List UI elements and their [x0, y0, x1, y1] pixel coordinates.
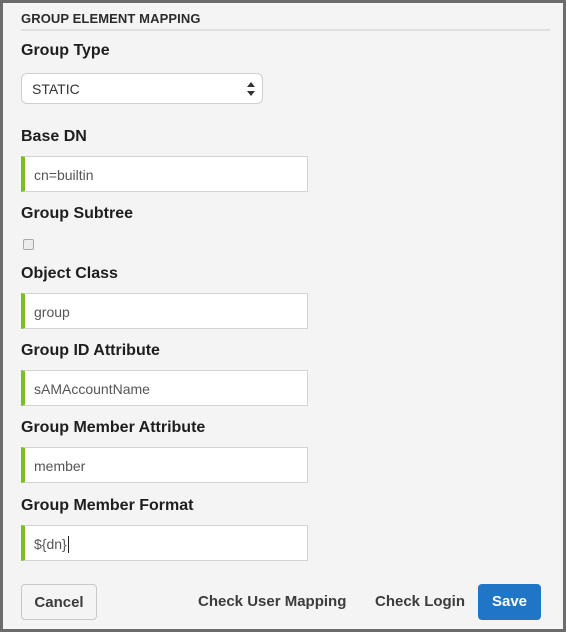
check-login-button[interactable]: Check Login: [375, 593, 465, 610]
check-user-mapping-button[interactable]: Check User Mapping: [198, 593, 346, 610]
group-id-attribute-label: Group ID Attribute: [21, 342, 160, 359]
group-member-attribute-value: member: [34, 458, 86, 474]
section-divider: [21, 29, 550, 31]
base-dn-label: Base DN: [21, 128, 87, 145]
group-member-attribute-label: Group Member Attribute: [21, 419, 206, 436]
group-element-mapping-panel: GROUP ELEMENT MAPPING Group Type STATIC …: [3, 3, 563, 629]
group-member-format-input[interactable]: ${dn}: [21, 525, 308, 561]
group-subtree-label: Group Subtree: [21, 205, 134, 222]
group-subtree-checkbox[interactable]: [23, 239, 34, 250]
object-class-input[interactable]: group: [21, 293, 308, 329]
object-class-value: group: [34, 304, 70, 320]
save-button[interactable]: Save: [478, 584, 541, 620]
base-dn-input[interactable]: cn=builtin: [21, 156, 308, 192]
group-type-select[interactable]: STATIC: [21, 73, 263, 104]
group-id-attribute-input[interactable]: sAMAccountName: [21, 370, 308, 406]
base-dn-value: cn=builtin: [34, 167, 94, 183]
group-type-selected-value: STATIC: [32, 81, 80, 97]
cancel-button[interactable]: Cancel: [21, 584, 97, 620]
group-type-label: Group Type: [21, 42, 110, 59]
group-member-format-label: Group Member Format: [21, 497, 194, 514]
text-cursor: [67, 536, 69, 553]
group-id-attribute-value: sAMAccountName: [34, 381, 150, 397]
group-member-format-value: ${dn}: [34, 536, 67, 552]
section-title: GROUP ELEMENT MAPPING: [21, 11, 201, 26]
select-updown-arrows-icon: [247, 82, 255, 96]
object-class-label: Object Class: [21, 265, 118, 282]
group-member-attribute-input[interactable]: member: [21, 447, 308, 483]
